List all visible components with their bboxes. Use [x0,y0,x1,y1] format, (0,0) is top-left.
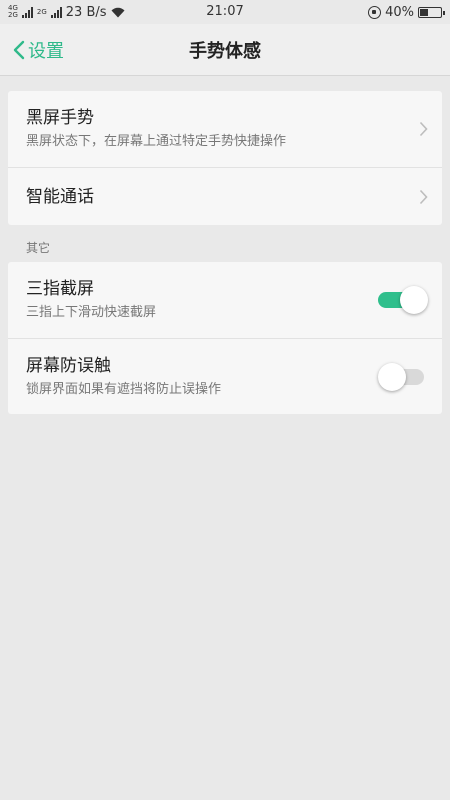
page-title: 手势体感 [189,40,261,62]
list-item-title: 屏幕防误触 [26,355,111,376]
list-item-smart-call[interactable]: 智能通话 [8,167,442,225]
network-type-2: 2G [36,7,47,16]
other-settings-card: 三指截屏 三指上下滑动快速截屏 屏幕防误触 锁屏界面如果有遮挡将防止误操作 [8,262,442,414]
list-item-three-finger-screenshot[interactable]: 三指截屏 三指上下滑动快速截屏 [8,262,442,338]
chevron-left-icon [13,40,25,60]
battery-percent: 40% [385,4,414,20]
status-right: 40% [368,4,445,20]
toggle-knob [400,286,428,314]
three-finger-screenshot-toggle[interactable] [378,286,428,314]
back-button[interactable]: 设置 [12,24,64,76]
list-item-subtitle: 三指上下滑动快速截屏 [26,305,157,320]
toggle-knob [378,362,406,391]
network-type-bottom: 2G [8,11,18,19]
network-type: 4G 2G [8,5,18,19]
status-bar: 4G 2G 2G 23 B/s 21:07 40% [0,0,450,24]
list-item-anti-mistouch[interactable]: 屏幕防误触 锁屏界面如果有遮挡将防止误操作 [8,338,442,414]
chevron-right-icon [419,189,428,204]
battery-icon [418,6,445,18]
list-item-black-screen-gesture[interactable]: 黑屏手势 黑屏状态下，在屏幕上通过特定手势快捷操作 [8,91,442,167]
battery-fill [420,8,428,16]
gesture-settings-card: 黑屏手势 黑屏状态下，在屏幕上通过特定手势快捷操作 智能通话 [8,91,442,225]
list-item-subtitle: 黑屏状态下，在屏幕上通过特定手势快捷操作 [26,134,287,149]
list-item-title: 智能通话 [26,186,94,207]
list-item-title: 黑屏手势 [26,108,94,128]
signal-2-icon [50,6,62,18]
list-item-title: 三指截屏 [26,279,94,299]
section-label-other: 其它 [26,241,51,255]
back-label: 设置 [28,41,64,62]
wifi-icon [111,7,125,17]
anti-mistouch-toggle[interactable] [378,362,428,391]
signal-icon [21,6,33,18]
status-left: 4G 2G 2G 23 B/s [8,5,125,20]
title-bar: 设置 手势体感 [0,24,450,76]
list-item-subtitle: 锁屏界面如果有遮挡将防止误操作 [26,381,222,397]
network-speed: 23 B/s [65,4,107,20]
rotation-lock-icon [368,5,382,19]
chevron-right-icon [419,121,428,137]
